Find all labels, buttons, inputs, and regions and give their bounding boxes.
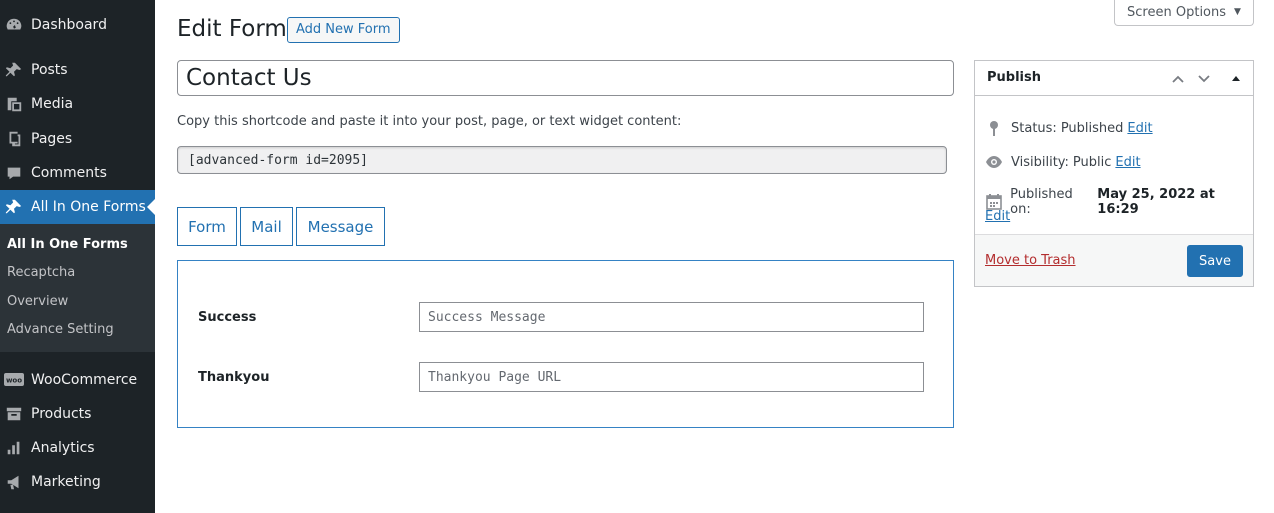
woocommerce-icon: woo: [4, 370, 24, 390]
forms-submenu: All In One Forms Recaptcha Overview Adva…: [0, 224, 155, 352]
submenu-item-advance-setting[interactable]: Advance Setting: [7, 322, 114, 337]
sidebar-item-label: Marketing: [31, 474, 101, 490]
tab-message[interactable]: Message: [296, 207, 385, 246]
screen-options-button[interactable]: Screen Options ▼: [1114, 0, 1254, 26]
submenu-item-overview[interactable]: Overview: [7, 294, 68, 309]
comment-icon: [4, 163, 24, 183]
sidebar-item-label: All In One Forms: [31, 199, 146, 215]
sidebar-item-analytics[interactable]: Analytics: [0, 431, 155, 465]
sidebar-item-label: Comments: [31, 165, 107, 181]
sidebar-item-label: Pages: [31, 131, 73, 147]
publish-actions: Move to Trash Save: [975, 234, 1253, 286]
publish-header: Publish: [975, 61, 1253, 96]
sidebar-item-woocommerce[interactable]: woo WooCommerce: [0, 363, 155, 397]
visibility-value: Public: [1072, 154, 1112, 170]
form-title-input[interactable]: [177, 60, 954, 96]
sidebar-item-label: Analytics: [31, 440, 95, 456]
sidebar-item-dashboard[interactable]: Dashboard: [0, 8, 155, 42]
shortcode-field[interactable]: [177, 146, 947, 174]
visibility-label: Visibility:: [1011, 154, 1069, 170]
bar-chart-icon: [4, 438, 24, 458]
message-settings-panel: Success Thankyou: [177, 260, 954, 428]
sidebar-item-label: Media: [31, 96, 74, 112]
status-row: Status: Published Edit: [985, 119, 1153, 137]
status-label: Status:: [1011, 120, 1057, 136]
screen-options-label: Screen Options: [1127, 4, 1227, 20]
sidebar-item-marketing[interactable]: Marketing: [0, 465, 155, 499]
page-title: Edit Form: [177, 16, 287, 42]
sidebar-item-comments[interactable]: Comments: [0, 156, 155, 190]
pin-icon: [985, 119, 1003, 137]
archive-icon: [4, 404, 24, 424]
megaphone-icon: [4, 472, 24, 492]
sidebar-item-label: WooCommerce: [31, 372, 138, 388]
sidebar-item-products[interactable]: Products: [0, 397, 155, 431]
sidebar-item-posts[interactable]: Posts: [0, 53, 155, 87]
pin-icon: [4, 60, 24, 80]
eye-icon: [985, 153, 1003, 171]
thankyou-label: Thankyou: [198, 370, 270, 385]
caret-down-icon: ▼: [1234, 7, 1241, 17]
chevron-down-icon[interactable]: [1194, 69, 1214, 89]
move-to-trash-link[interactable]: Move to Trash: [985, 253, 1076, 268]
publish-title: Publish: [987, 70, 1041, 85]
sidebar-item-label: Dashboard: [31, 17, 107, 33]
save-button[interactable]: Save: [1187, 245, 1243, 277]
submenu-item-all-in-one-forms[interactable]: All In One Forms: [7, 237, 128, 252]
tab-form[interactable]: Form: [177, 207, 237, 246]
pin-icon: [4, 197, 24, 217]
edit-status-link[interactable]: Edit: [1127, 121, 1152, 136]
collapse-toggle-icon[interactable]: [1226, 69, 1246, 89]
edit-date-link[interactable]: Edit: [985, 209, 1010, 224]
dashboard-icon: [4, 15, 24, 35]
sidebar-item-all-in-one-forms[interactable]: All In One Forms: [0, 190, 155, 224]
media-icon: [4, 94, 24, 114]
sidebar-item-label: Posts: [31, 62, 68, 78]
published-on-value: May 25, 2022 at 16:29: [1097, 187, 1215, 217]
status-value: Published: [1060, 120, 1124, 136]
success-label: Success: [198, 310, 257, 325]
sidebar-item-label: Products: [31, 406, 92, 422]
published-on-row: Published on: May 25, 2022 at 16:29: [985, 187, 1253, 217]
submenu-item-recaptcha[interactable]: Recaptcha: [7, 265, 75, 280]
sidebar-item-pages[interactable]: Pages: [0, 122, 155, 156]
admin-sidebar: Dashboard Posts Media Pages Comments All…: [0, 0, 155, 513]
published-on-label: Published on:: [1010, 187, 1073, 217]
sidebar-item-media[interactable]: Media: [0, 87, 155, 121]
edit-visibility-link[interactable]: Edit: [1115, 155, 1140, 170]
success-message-input[interactable]: [419, 302, 924, 332]
publish-box: Publish Status: Published Edit Visibilit…: [974, 60, 1254, 287]
shortcode-hint: Copy this shortcode and paste it into yo…: [177, 114, 682, 129]
visibility-row: Visibility: Public Edit: [985, 153, 1141, 171]
tab-mail[interactable]: Mail: [240, 207, 293, 246]
add-new-form-button[interactable]: Add New Form: [287, 17, 400, 43]
chevron-up-icon[interactable]: [1168, 69, 1188, 89]
svg-text:woo: woo: [6, 377, 22, 385]
thankyou-url-input[interactable]: [419, 362, 924, 392]
pages-icon: [4, 129, 24, 149]
